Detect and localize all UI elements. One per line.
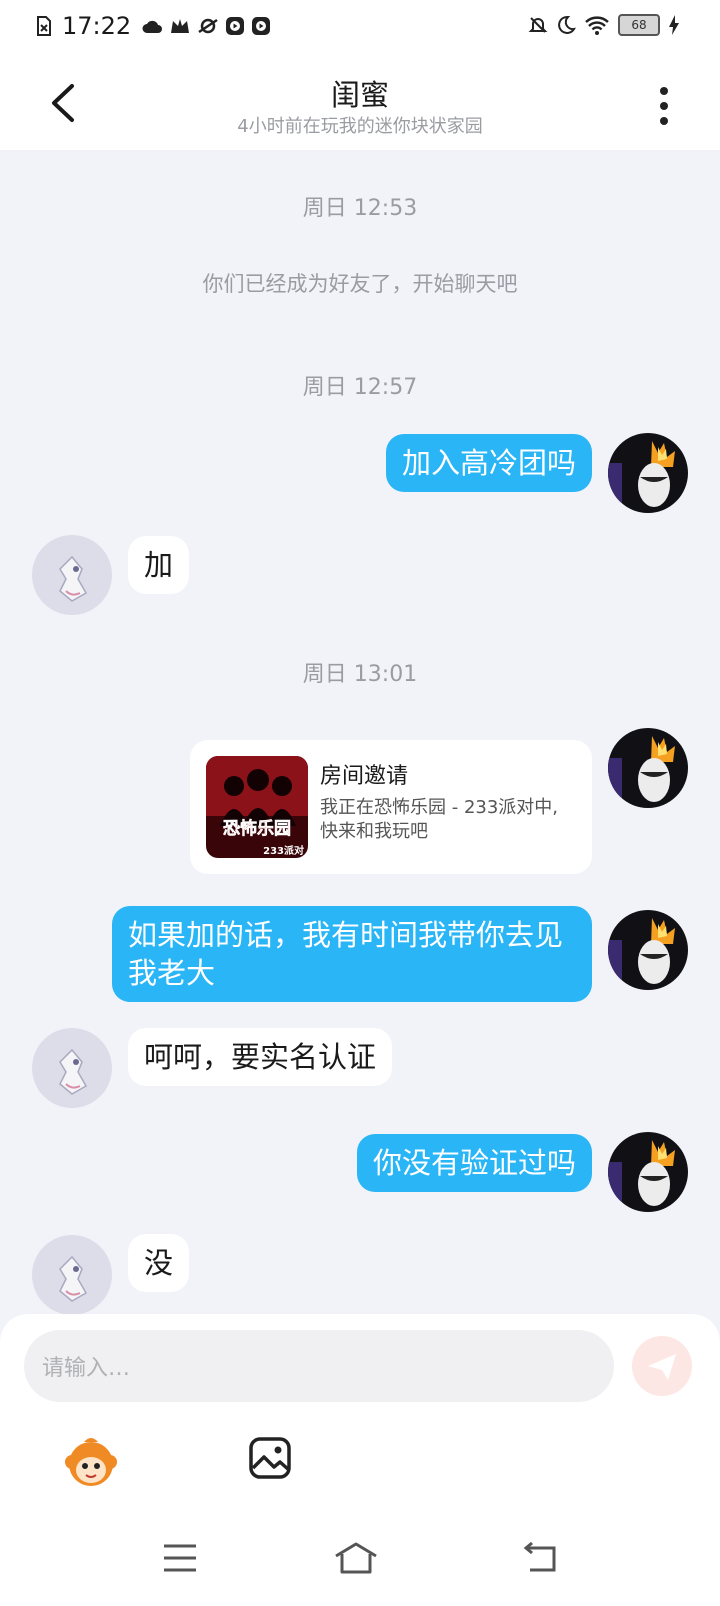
more-vertical-icon[interactable] — [652, 84, 676, 128]
chat-area[interactable]: 周日 12:53 你们已经成为好友了，开始聊天吧 周日 12:57 加入高冷团吗… — [0, 150, 720, 1314]
invite-image-title: 恐怖乐园 — [223, 818, 291, 839]
outgoing-message[interactable]: 你没有验证过吗 — [356, 1134, 592, 1192]
incoming-message[interactable]: 没 — [128, 1234, 190, 1292]
friend-avatar[interactable] — [32, 1235, 112, 1314]
timestamp: 周日 12:57 — [302, 375, 418, 400]
incoming-message[interactable]: 呵呵，要实名认证 — [128, 1028, 393, 1086]
my-avatar[interactable] — [608, 1132, 688, 1212]
invite-title: 房间邀请 — [320, 764, 409, 789]
play-icon — [226, 17, 245, 35]
chat-header: 闺蜜 4小时前在玩我的迷你块状家园 — [0, 56, 720, 150]
incoming-message[interactable]: 加 — [128, 536, 190, 594]
input-placeholder: 请输入… — [42, 1356, 131, 1381]
invite-game-image: 恐怖乐园 233派对 — [206, 756, 308, 858]
friend-avatar[interactable] — [32, 535, 112, 615]
my-avatar[interactable] — [608, 433, 688, 513]
home-icon[interactable] — [332, 1540, 380, 1576]
sim-card-icon — [37, 16, 51, 36]
crown-icon — [171, 19, 190, 33]
chat-title: 闺蜜 — [330, 78, 389, 112]
cloud-icon — [142, 20, 163, 33]
send-icon — [648, 1354, 676, 1380]
play-icon — [252, 17, 271, 35]
invite-description: 我正在恐怖乐园 - 233派对中, 快来和我玩吧 — [320, 797, 559, 842]
notifications-off-icon — [528, 17, 548, 33]
image-icon[interactable] — [248, 1436, 292, 1480]
chat-subtitle: 4小时前在玩我的迷你块状家园 — [237, 116, 483, 137]
emoji-mascot-icon[interactable] — [62, 1434, 120, 1490]
my-avatar[interactable] — [608, 728, 688, 808]
invite-image-badge: 233派对 — [263, 844, 304, 857]
charging-icon — [669, 15, 679, 35]
outgoing-message[interactable]: 如果加的话，我有时间我带你去见我老大 — [112, 906, 592, 1002]
battery-indicator: 68 — [618, 14, 660, 36]
status-bar: 17:22 68 — [0, 0, 720, 56]
send-button[interactable] — [632, 1336, 692, 1396]
battery-level: 68 — [631, 18, 647, 32]
planet-icon — [198, 18, 218, 34]
system-message: 你们已经成为好友了，开始聊天吧 — [202, 272, 518, 296]
menu-icon[interactable] — [160, 1540, 200, 1576]
friend-avatar[interactable] — [32, 1028, 112, 1108]
status-left: 17:22 — [36, 12, 271, 40]
moon-icon — [558, 15, 576, 34]
timestamp: 周日 13:01 — [302, 662, 418, 687]
clock: 17:22 — [62, 12, 132, 40]
status-right: 68 — [528, 14, 680, 36]
system-nav-bar — [0, 1520, 720, 1606]
outgoing-message[interactable]: 加入高冷团吗 — [385, 434, 592, 492]
room-invite-card[interactable]: 恐怖乐园 233派对 房间邀请 我正在恐怖乐园 - 233派对中, 快来和我玩吧 — [190, 740, 592, 874]
wifi-icon — [585, 16, 609, 35]
my-avatar[interactable] — [608, 910, 688, 990]
timestamp: 周日 12:53 — [302, 196, 418, 221]
message-input[interactable]: 请输入… — [24, 1330, 614, 1402]
back-nav-icon[interactable] — [520, 1540, 560, 1576]
